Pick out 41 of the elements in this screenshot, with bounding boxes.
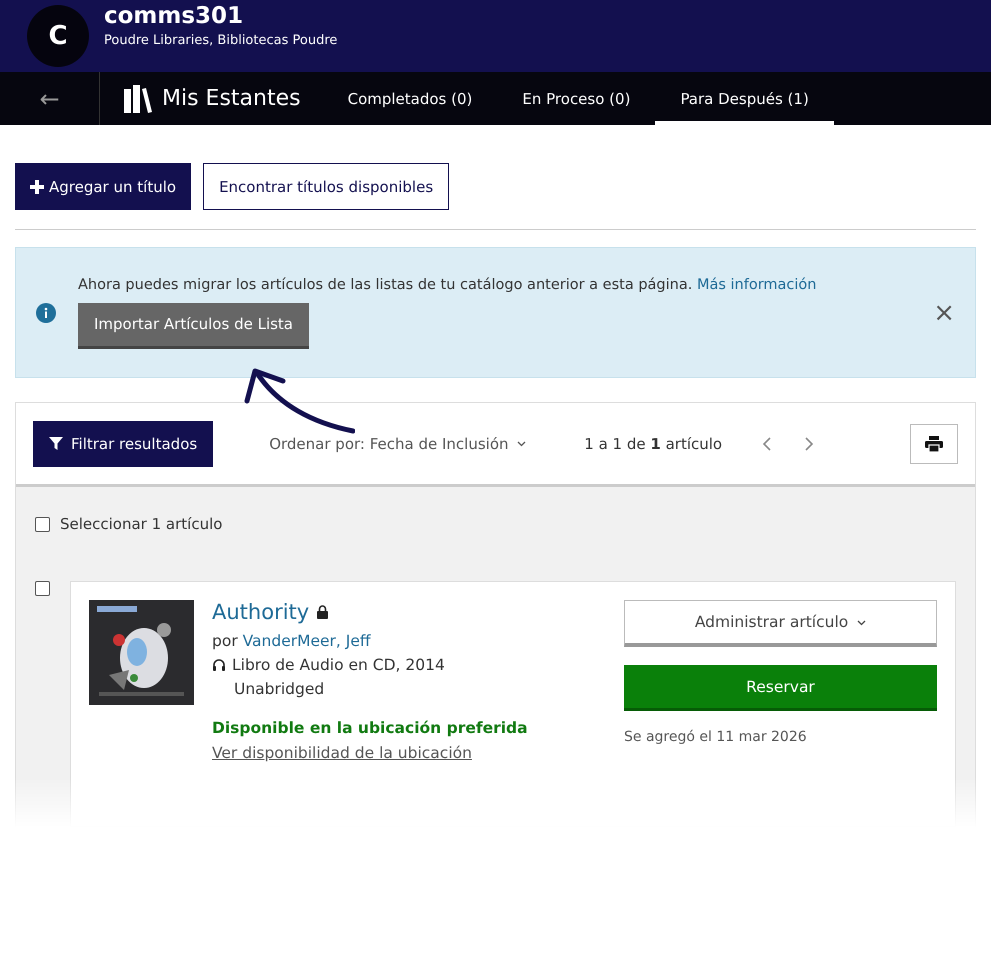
close-button[interactable]: × (933, 298, 955, 328)
manage-item-dropdown[interactable]: Administrar artículo (624, 600, 937, 647)
place-hold-button[interactable]: Reservar (624, 665, 937, 711)
filter-button[interactable]: Filtrar resultados (33, 420, 214, 466)
info-icon (36, 302, 56, 322)
back-button[interactable]: ← (0, 72, 100, 125)
by-label: por (212, 632, 238, 650)
headphones-icon (212, 658, 226, 672)
author-link[interactable]: VanderMeer, Jeff (242, 632, 371, 650)
more-info-link[interactable]: Más información (696, 276, 816, 292)
shelf-tab[interactable]: Completados (0) (322, 72, 498, 125)
shelf-tab[interactable]: En Proceso (0) (497, 72, 656, 125)
find-available-button[interactable]: Encontrar títulos disponibles (203, 163, 450, 210)
next-page-icon[interactable] (804, 436, 814, 452)
sort-dropdown[interactable]: Ordenar por: Fecha de Inclusión (263, 434, 532, 454)
library-name: Poudre Libraries, Bibliotecas Poudre (104, 32, 338, 48)
caret-icon (857, 620, 866, 626)
result-count: 1 a 1 de 1 artículo (584, 434, 722, 452)
books-icon (124, 84, 154, 112)
username: comms301 (104, 2, 244, 28)
format-text: Libro de Audio en CD, 2014 (232, 656, 445, 674)
edition-text: Unabridged (234, 680, 326, 698)
checkbox[interactable] (35, 516, 50, 532)
print-button[interactable] (910, 424, 958, 464)
avatar: C (27, 5, 89, 67)
plus-icon (30, 180, 44, 194)
checkbox[interactable] (35, 581, 50, 596)
page-title: Mis Estantes (162, 86, 301, 111)
add-title-button[interactable]: Agregar un título (15, 163, 192, 210)
title-link[interactable]: Authority (212, 600, 310, 624)
previous-page-icon[interactable] (762, 436, 772, 452)
date-added: Se agregó el 11 mar 2026 (624, 729, 808, 745)
select-all-label: Seleccionar 1 artículo (60, 515, 222, 533)
availability-text: Disponible en la ubicación preferida Ver disponibilidad de la ubicación (212, 718, 529, 764)
filter-icon (49, 437, 63, 450)
notice-text: Ahora puedes migrar los artículos de las listas de tu catálogo anterior a esta página. Más información (78, 276, 816, 292)
availability-link[interactable]: Ver disponibilidad de la ubicación (212, 744, 472, 762)
shelf-tab[interactable]: Para Después (1) (655, 72, 834, 125)
printer-icon (925, 436, 943, 452)
import-button[interactable]: Importar Artículos de Lista (78, 302, 309, 348)
caret-icon (517, 441, 526, 448)
